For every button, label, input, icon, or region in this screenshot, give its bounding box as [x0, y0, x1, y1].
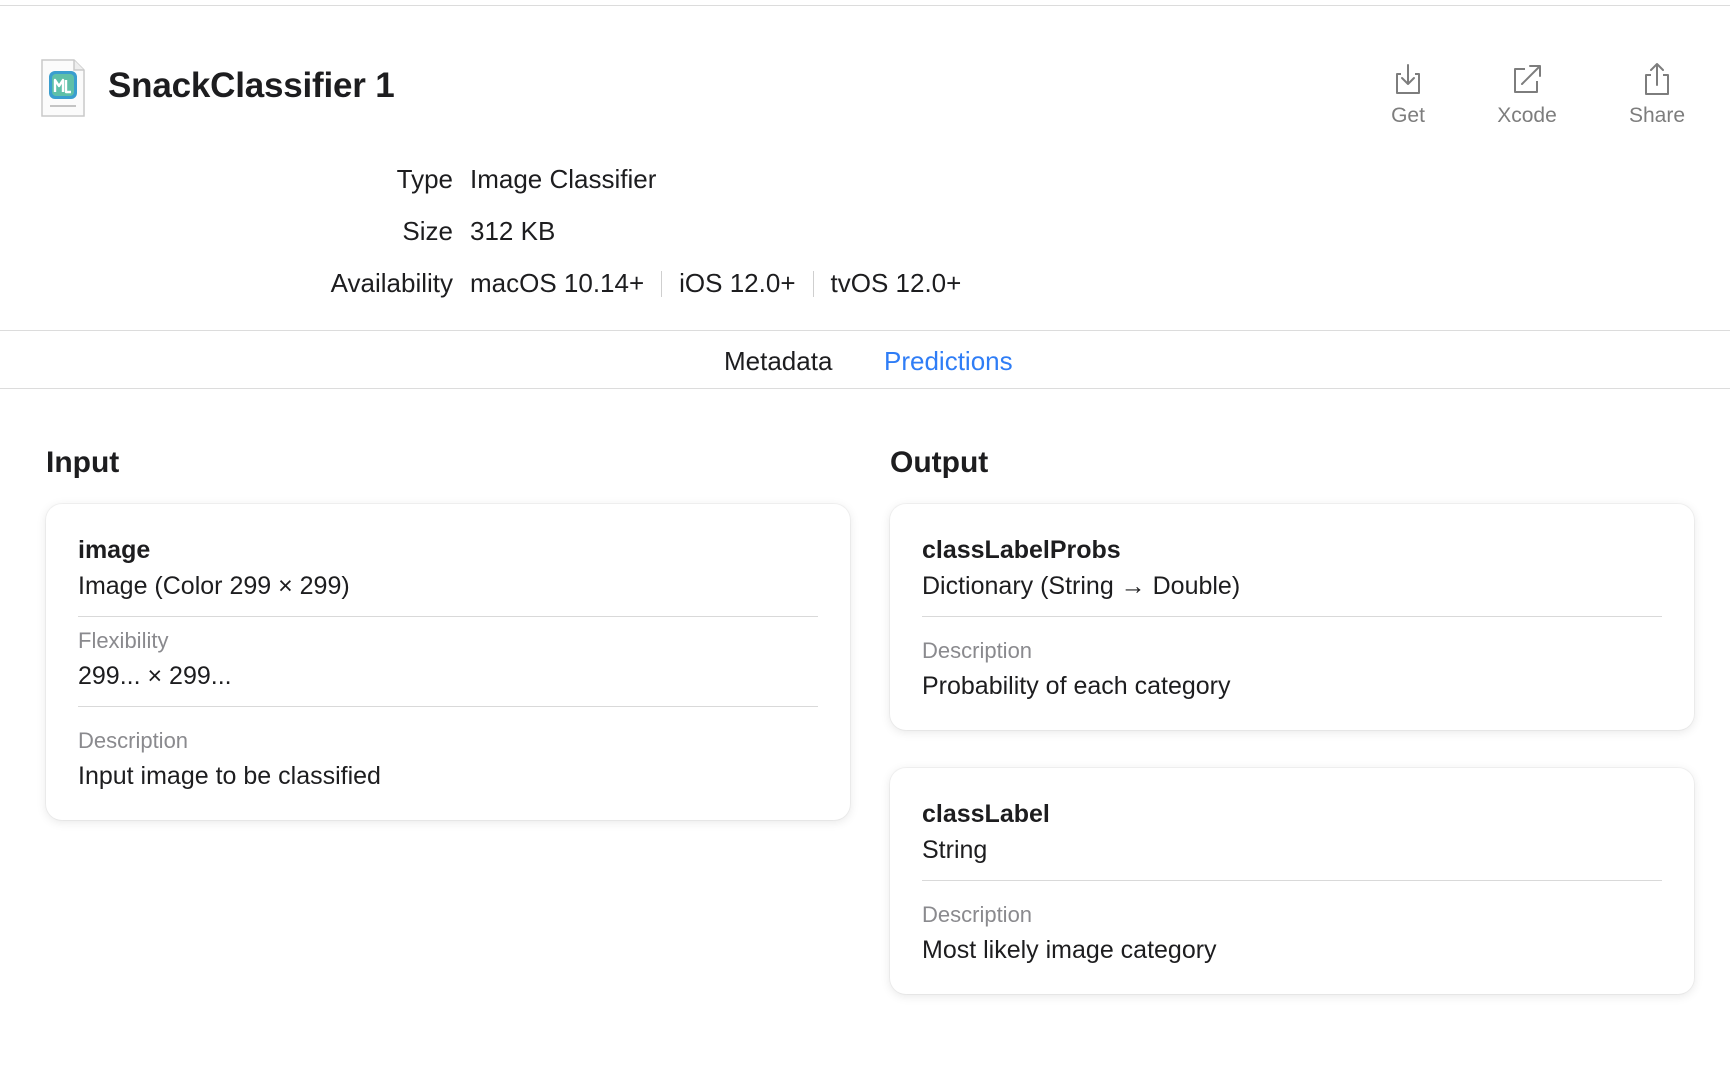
availability-tvos: tvOS 12.0+ [830, 268, 962, 298]
info-availability-row: Availability macOS 10.14+ iOS 12.0+ tvOS… [0, 268, 1730, 308]
xcode-label: Xcode [1497, 104, 1557, 127]
open-external-icon [1477, 62, 1577, 96]
tabs-top-divider [0, 330, 1730, 331]
availability-ios: iOS 12.0+ [679, 268, 796, 298]
description-label: Description [922, 638, 1033, 663]
field-type: Dictionary (String → Double) [922, 572, 1241, 600]
field-type: Image (Color 299 × 299) [78, 572, 350, 600]
output-classlabelprobs-card: classLabelProbs Dictionary (String → Dou… [890, 504, 1694, 730]
card-divider [78, 706, 818, 707]
description-value: Most likely image category [922, 936, 1217, 964]
info-type-row: Type Image Classifier [0, 164, 1730, 204]
output-classlabel-card: classLabel String Description Most likel… [890, 768, 1694, 994]
field-type: String [922, 836, 988, 864]
info-availability-key: Availability [330, 268, 453, 298]
availability-macos: macOS 10.14+ [470, 268, 645, 298]
flexibility-label: Flexibility [78, 628, 169, 653]
input-heading: Input [46, 446, 120, 479]
field-name: classLabel [922, 800, 1050, 828]
input-image-card: image Image (Color 299 × 299) Flexibilit… [46, 504, 850, 820]
tabs-bottom-divider [0, 388, 1730, 389]
availability-list: macOS 10.14+ iOS 12.0+ tvOS 12.0+ [470, 268, 961, 299]
field-name: classLabelProbs [922, 536, 1121, 564]
card-divider [922, 616, 1662, 617]
xcode-button[interactable]: Xcode [1477, 62, 1577, 128]
availability-separator [812, 270, 814, 297]
share-label: Share [1628, 104, 1686, 127]
share-button[interactable]: Share [1607, 62, 1707, 128]
description-label: Description [922, 902, 1033, 927]
description-label: Description [78, 728, 189, 753]
model-title: SnackClassifier 1 [108, 66, 395, 105]
card-divider [922, 880, 1662, 881]
info-size-value: 312 KB [470, 216, 556, 246]
get-label: Get [1391, 104, 1425, 127]
description-value: Probability of each category [922, 672, 1231, 700]
tab-predictions[interactable]: Predictions [884, 346, 1013, 377]
description-value: Input image to be classified [78, 762, 381, 790]
output-heading: Output [890, 446, 989, 479]
flexibility-value: 299... × 299... [78, 662, 232, 690]
download-icon [1358, 62, 1458, 96]
field-name: image [78, 536, 151, 564]
info-type-value: Image Classifier [470, 164, 657, 194]
info-size-key: Size [402, 216, 453, 246]
availability-separator [661, 270, 663, 297]
tab-metadata[interactable]: Metadata [724, 346, 832, 377]
get-button[interactable]: Get [1358, 62, 1458, 128]
info-type-key: Type [396, 164, 453, 194]
info-size-row: Size 312 KB [0, 216, 1730, 256]
share-icon [1607, 62, 1707, 96]
card-divider [78, 616, 818, 617]
mlmodel-file-icon [40, 58, 86, 118]
top-divider [0, 5, 1730, 6]
